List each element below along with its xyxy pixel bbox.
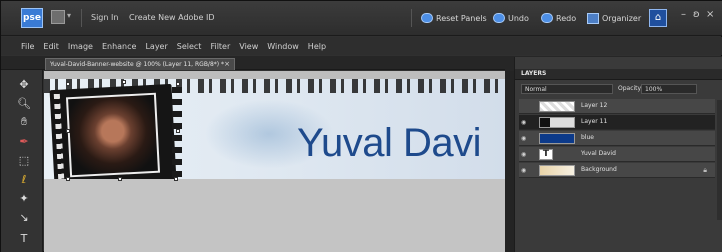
home-icon[interactable]: ⌂	[649, 9, 667, 27]
lasso-tool-icon[interactable]: ℓ	[16, 171, 32, 187]
minimize-icon[interactable]: –	[681, 9, 686, 20]
layer-name[interactable]: Background	[581, 166, 617, 173]
menu-filter[interactable]: Filter	[210, 42, 230, 51]
reset-panels-label: Reset Panels	[436, 13, 487, 23]
banner-image[interactable]: Yuval Davi	[44, 79, 505, 179]
opacity-label: Opacity:	[618, 85, 643, 92]
sign-in-link[interactable]: Sign In	[91, 13, 118, 22]
organizer-button[interactable]: Organizer	[587, 10, 641, 26]
layer-row-background[interactable]: ◉ Background 🔒︎	[519, 163, 715, 178]
create-id-link[interactable]: Create New Adobe ID	[129, 13, 214, 22]
eye-icon[interactable]: ◉	[521, 119, 526, 126]
layer-row-yuval-david[interactable]: ◉ T Yuval David	[519, 147, 715, 162]
transform-handle[interactable]	[66, 177, 70, 181]
canvas-area[interactable]: Yuval Davi	[44, 71, 505, 252]
document-tab[interactable]: Yuval-David-Banner-website @ 100% (Layer…	[45, 58, 235, 70]
transform-handle[interactable]	[176, 82, 180, 86]
restore-icon[interactable]: ʚ	[693, 9, 700, 20]
close-tab-icon[interactable]: ×	[224, 59, 230, 70]
redo-label: Redo	[556, 13, 577, 23]
close-icon[interactable]: ×	[706, 9, 714, 20]
menu-bar: File Edit Image Enhance Layer Select Fil…	[1, 37, 722, 55]
lock-icon: 🔒︎	[703, 166, 707, 174]
banner-title: Yuval Davi	[297, 121, 481, 165]
reset-icon	[421, 13, 433, 23]
divider	[411, 9, 412, 27]
redo-button[interactable]: Redo	[541, 10, 576, 26]
layer-row-layer-12[interactable]: Layer 12	[519, 99, 715, 114]
brush-tool-icon[interactable]: ↘	[16, 209, 32, 225]
layer-thumbnail	[539, 101, 575, 112]
layout-icon[interactable]	[51, 10, 65, 24]
menu-edit[interactable]: Edit	[43, 42, 59, 51]
undo-button[interactable]: Undo	[493, 10, 529, 26]
layer-thumbnail	[539, 117, 575, 128]
transform-handle[interactable]	[176, 129, 180, 133]
menu-layer[interactable]: Layer	[145, 42, 167, 51]
layer-name[interactable]: Yuval David	[581, 150, 616, 157]
layer-name[interactable]: Layer 11	[581, 118, 607, 125]
panel-collapse-strip	[505, 56, 514, 71]
portrait-photo	[65, 92, 161, 178]
top-bar: pse ▾ Sign In Create New Adobe ID Reset …	[1, 1, 722, 36]
organizer-icon	[587, 12, 599, 24]
document-tab-title: Yuval-David-Banner-website @ 100% (Layer…	[50, 61, 225, 68]
redo-icon	[541, 13, 553, 23]
layers-panel: LAYERS Normal Opacity: 100% Layer 12 ◉ L…	[514, 57, 722, 252]
layers-panel-header: LAYERS	[515, 69, 722, 80]
divider	[81, 9, 82, 27]
panel-divider[interactable]	[505, 71, 514, 252]
film-sprockets	[172, 87, 182, 179]
undo-label: Undo	[508, 13, 529, 23]
move-tool-icon[interactable]: ✥	[16, 76, 32, 92]
hand-tool-icon[interactable]: ✋︎	[16, 114, 32, 130]
layer-name[interactable]: Layer 12	[581, 102, 607, 109]
magic-wand-tool-icon[interactable]: ✦	[16, 190, 32, 206]
marquee-tool-icon[interactable]: ⬚	[16, 152, 32, 168]
layers-panel-title: LAYERS	[521, 70, 547, 77]
reset-panels-button[interactable]: Reset Panels	[421, 10, 487, 26]
transform-handle[interactable]	[66, 129, 70, 133]
chevron-down-icon[interactable]: ▾	[67, 11, 71, 20]
type-layer-icon: T	[539, 149, 553, 160]
type-tool-icon[interactable]: T	[16, 230, 32, 246]
layer-thumbnail	[539, 133, 575, 144]
transform-handle[interactable]	[174, 177, 178, 181]
menu-select[interactable]: Select	[177, 42, 202, 51]
zoom-tool-icon[interactable]: 🔍︎	[16, 95, 32, 111]
app-logo: pse	[21, 8, 43, 28]
eyedropper-tool-icon[interactable]: ✒	[16, 133, 32, 149]
film-holes	[53, 93, 65, 179]
opacity-input[interactable]: 100%	[641, 84, 697, 94]
eye-icon[interactable]: ◉	[521, 167, 526, 174]
organizer-label: Organizer	[602, 13, 642, 23]
blend-mode-select[interactable]: Normal	[521, 84, 613, 94]
layer-name[interactable]: blue	[581, 134, 594, 141]
menu-image[interactable]: Image	[68, 42, 93, 51]
menu-help[interactable]: Help	[308, 42, 326, 51]
eye-icon[interactable]: ◉	[521, 151, 526, 158]
layer-thumbnail	[539, 165, 575, 176]
layer-row-blue[interactable]: ◉ blue	[519, 131, 715, 146]
transform-handle[interactable]	[118, 177, 122, 181]
canvas-background	[44, 179, 505, 252]
photoshop-elements-window: pse ▾ Sign In Create New Adobe ID Reset …	[0, 0, 722, 252]
menu-view[interactable]: View	[239, 42, 258, 51]
transform-handle[interactable]	[66, 82, 70, 86]
layers-scrollbar[interactable]	[717, 100, 722, 220]
transform-handle[interactable]	[122, 80, 126, 84]
menu-file[interactable]: File	[21, 42, 34, 51]
eye-icon[interactable]: ◉	[521, 135, 526, 142]
undo-icon	[493, 13, 505, 23]
tools-panel: ✥ 🔍︎ ✋︎ ✒ ⬚ ℓ ✦ ↘ T	[1, 70, 43, 252]
menu-enhance[interactable]: Enhance	[102, 42, 137, 51]
layer-row-layer-11[interactable]: ◉ Layer 11	[519, 115, 715, 130]
menu-window[interactable]: Window	[267, 42, 299, 51]
